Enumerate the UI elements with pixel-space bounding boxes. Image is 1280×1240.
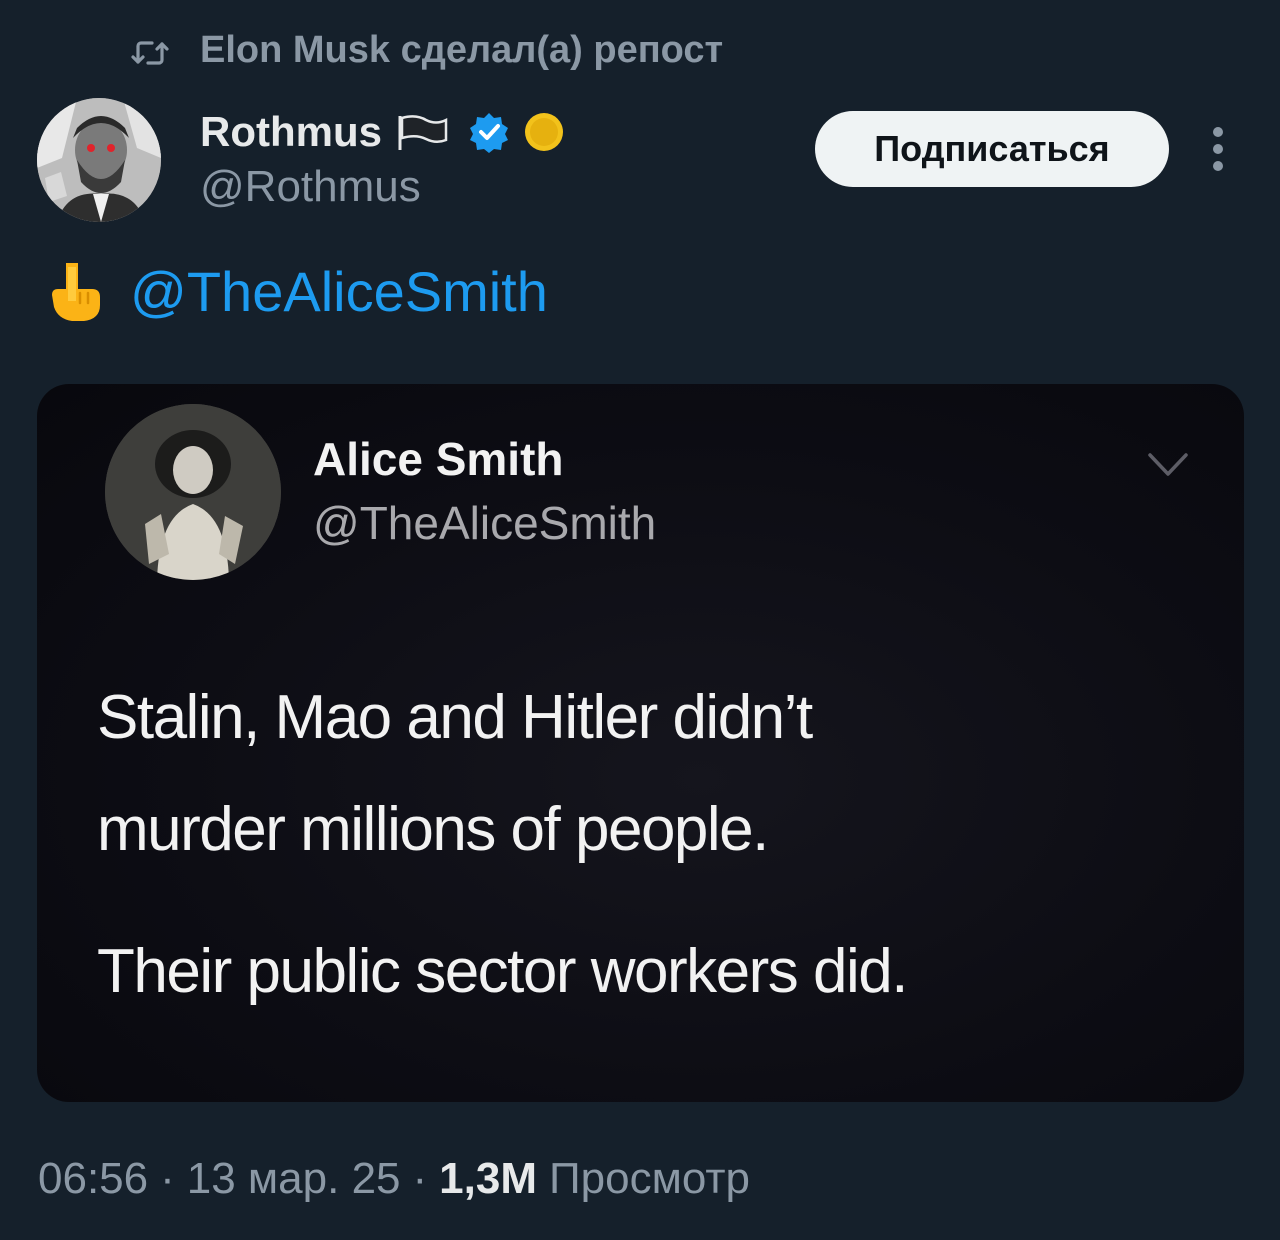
inner-author-handle: @TheAliceSmith — [313, 497, 657, 549]
author-name[interactable]: Rothmus — [200, 108, 382, 156]
meta-separator: · — [412, 1154, 428, 1203]
flag-icon — [396, 112, 448, 152]
more-icon[interactable] — [1206, 124, 1230, 174]
inner-author-name: Alice Smith — [313, 433, 564, 485]
verified-icon[interactable] — [468, 111, 510, 153]
views-count[interactable]: 1,3M — [439, 1154, 537, 1204]
tweet-time[interactable]: 06:56 — [38, 1154, 148, 1204]
pointing-down-icon — [44, 259, 106, 323]
repost-icon — [130, 35, 170, 65]
tweet-date[interactable]: 13 мар. 25 — [187, 1154, 401, 1204]
author-block: Rothmus @Rothmus — [200, 104, 564, 212]
inner-text-line-2: murder millions of people. — [97, 795, 769, 864]
inner-text-line-3: Their public sector workers did. — [97, 937, 908, 1006]
chevron-down-icon — [1147, 452, 1189, 478]
inner-text-line-1: Stalin, Mao and Hitler didn’t — [97, 683, 813, 752]
author-handle[interactable]: @Rothmus — [200, 162, 564, 212]
repost-text: Elon Musk сделал(а) репост — [200, 28, 724, 71]
tweet-image[interactable]: Alice Smith @TheAliceSmith Stalin, Mao a… — [37, 384, 1244, 1102]
tweet-text: @TheAliceSmith — [44, 256, 548, 326]
tweet-meta: 06:56 · 13 мар. 25 · 1,3M Просмотр — [38, 1150, 750, 1208]
author-avatar[interactable] — [37, 98, 161, 222]
inner-avatar — [105, 404, 281, 580]
follow-button[interactable]: Подписаться — [815, 111, 1169, 187]
views-label[interactable]: Просмотр — [549, 1154, 750, 1204]
meta-separator: · — [160, 1154, 175, 1203]
coin-icon[interactable] — [524, 112, 564, 152]
repost-indicator[interactable]: Elon Musk сделал(а) репост — [130, 26, 723, 74]
mention-link[interactable]: @TheAliceSmith — [130, 259, 548, 324]
